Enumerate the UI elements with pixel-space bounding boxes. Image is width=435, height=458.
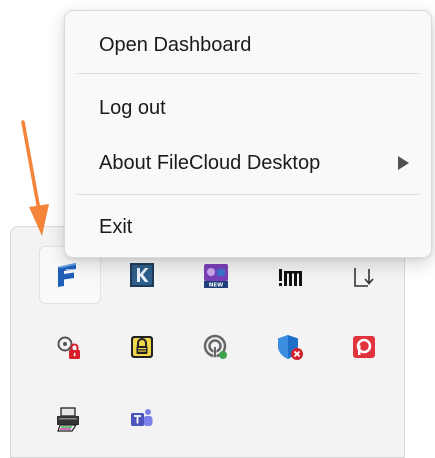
menu-item-about-filecloud[interactable]: About FileCloud Desktop	[65, 141, 431, 185]
lock-key-icon	[57, 336, 80, 359]
red-p-app-icon	[353, 336, 375, 358]
menu-separator	[77, 194, 419, 195]
menu-item-open-dashboard[interactable]: Open Dashboard	[65, 23, 431, 67]
tray-item-printer[interactable]	[31, 384, 105, 456]
tray-item-teams[interactable]	[105, 384, 179, 456]
security-shield-icon	[278, 335, 303, 360]
filecloud-context-menu: Open Dashboard Log out About FileCloud D…	[64, 10, 432, 258]
padlock-icon	[131, 336, 153, 358]
download-tray-icon	[354, 268, 374, 287]
network-status-icon	[203, 334, 227, 359]
k-app-icon	[130, 263, 154, 287]
teams-icon	[131, 409, 153, 426]
tray-overflow-panel: NEW	[10, 226, 405, 458]
menu-item-label: Log out	[99, 97, 166, 119]
tray-icon-grid: NEW	[31, 240, 401, 456]
bars-app-icon	[279, 269, 302, 286]
menu-item-log-out[interactable]: Log out	[65, 86, 431, 130]
menu-item-label: Exit	[99, 216, 133, 238]
menu-separator	[77, 73, 419, 74]
printer-icon	[57, 407, 79, 432]
chevron-right-icon	[398, 156, 409, 170]
menu-item-label: Open Dashboard	[99, 34, 252, 56]
filecloud-icon	[58, 263, 76, 287]
tray-item-red-p-app[interactable]	[327, 312, 401, 384]
tray-item-lock-key[interactable]	[31, 312, 105, 384]
menu-item-exit[interactable]: Exit	[65, 205, 431, 249]
new-app-icon: NEW	[204, 264, 228, 289]
tray-item-security-shield[interactable]	[253, 312, 327, 384]
tray-item-padlock[interactable]	[105, 312, 179, 384]
tray-item-network-status[interactable]	[179, 312, 253, 384]
svg-text:NEW: NEW	[209, 283, 223, 289]
menu-item-label: About FileCloud Desktop	[99, 152, 321, 174]
